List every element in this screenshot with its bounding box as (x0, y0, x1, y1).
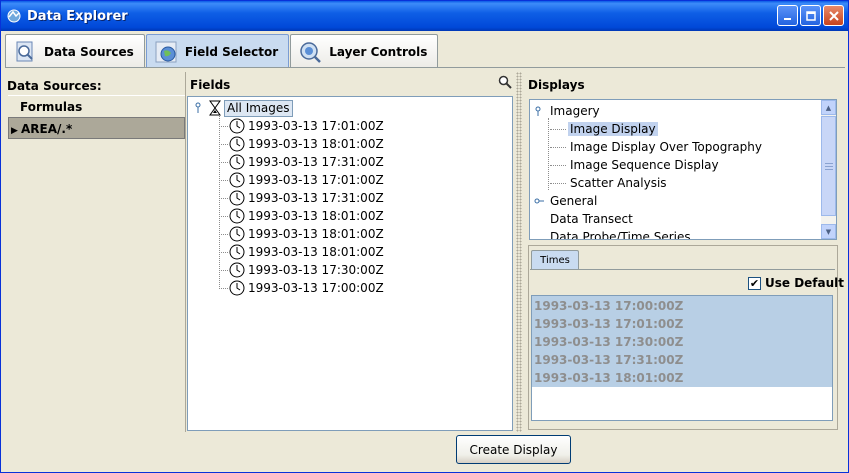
times-list: 1993-03-13 17:00:00Z 1993-03-13 17:01:00Z… (531, 295, 833, 421)
maximize-icon (805, 10, 816, 21)
time-item[interactable]: 1993-03-13 17:00:00Z (534, 297, 683, 315)
magnifier-doc-icon (16, 41, 33, 61)
field-item-label: 1993-03-13 18:01:00Z (248, 245, 384, 259)
field-item[interactable]: 1993-03-13 17:30:00Z (219, 261, 384, 279)
field-item-label: 1993-03-13 17:31:00Z (248, 191, 384, 205)
field-item[interactable]: 1993-03-13 17:01:00Z (219, 171, 384, 189)
displays-tree: Imagery Image Display Image Display Over… (529, 99, 837, 240)
scroll-down-button[interactable]: ▼ (821, 224, 836, 239)
field-item-label: 1993-03-13 17:01:00Z (248, 119, 384, 133)
time-item[interactable]: 1993-03-13 17:31:00Z (534, 351, 683, 369)
display-image-display[interactable]: Image Display (550, 120, 658, 138)
field-item[interactable]: 1993-03-13 18:01:00Z (219, 135, 384, 153)
window-title: Data Explorer (27, 8, 128, 24)
time-item[interactable]: 1993-03-13 17:01:00Z (534, 315, 683, 333)
displays-scrollbar[interactable]: ▲ ▼ (821, 100, 836, 239)
app-logo-icon (7, 9, 21, 23)
tree-handle-icon[interactable] (194, 102, 204, 114)
arrow-down-icon: ▼ (825, 227, 832, 236)
data-source-area[interactable]: ▶ AREA/.* (8, 117, 185, 139)
checkbox-checked-icon[interactable]: ✔ (748, 276, 761, 290)
title-bar[interactable]: Data Explorer (1, 1, 848, 31)
fields-tree: All Images 1993-03-13 17:01:00Z 1993-03-1… (187, 96, 513, 431)
field-item[interactable]: 1993-03-13 18:01:00Z (219, 243, 384, 261)
tree-node-general[interactable]: General (534, 192, 599, 210)
field-item[interactable]: 1993-03-13 17:00:00Z (219, 279, 384, 297)
clock-icon (229, 154, 245, 170)
tree-root-all-images[interactable]: All Images (194, 99, 293, 117)
data-source-formulas[interactable]: Formulas (8, 95, 185, 117)
magnifier-globe-icon (300, 41, 322, 63)
field-item-label: 1993-03-13 18:01:00Z (248, 227, 384, 241)
arrow-up-icon: ▲ (825, 103, 832, 112)
display-data-transect[interactable]: Data Transect (548, 210, 635, 228)
clock-icon (229, 172, 245, 188)
use-default-label: Use Default (765, 276, 845, 290)
field-item-label: 1993-03-13 17:31:00Z (248, 155, 384, 169)
clock-icon (229, 226, 245, 242)
close-icon (828, 10, 839, 21)
create-display-button[interactable]: Create Display (456, 435, 571, 464)
data-sources-header: Data Sources: (7, 79, 102, 93)
display-image-over-topography[interactable]: Image Display Over Topography (550, 138, 764, 156)
field-item-label: 1993-03-13 17:01:00Z (248, 173, 384, 187)
close-button[interactable] (823, 5, 844, 26)
tree-node-imagery[interactable]: Imagery (534, 102, 602, 120)
data-explorer-window: Data Explorer Data Sources Field Selecto… (0, 0, 849, 473)
split-pane-grip[interactable] (516, 72, 522, 432)
data-sources-list: Formulas ▶ AREA/.* (8, 95, 185, 431)
display-image-sequence[interactable]: Image Sequence Display (550, 156, 721, 174)
use-default-checkbox[interactable]: ✔ Use Default (748, 276, 844, 290)
tab-label: Data Sources (44, 44, 134, 59)
hourglass-icon (209, 100, 221, 116)
tab-data-sources[interactable]: Data Sources (5, 34, 145, 68)
grip-icon (825, 163, 833, 170)
maximize-button[interactable] (800, 5, 821, 26)
field-item[interactable]: 1993-03-13 18:01:00Z (219, 225, 384, 243)
clock-icon (229, 190, 245, 206)
field-item[interactable]: 1993-03-13 17:31:00Z (219, 189, 384, 207)
scroll-thumb[interactable] (821, 116, 836, 216)
search-icon[interactable] (498, 75, 512, 89)
field-item[interactable]: 1993-03-13 17:01:00Z (219, 117, 384, 135)
clock-icon (229, 262, 245, 278)
minimize-icon (783, 17, 791, 20)
field-item-label: 1993-03-13 18:01:00Z (248, 137, 384, 151)
tree-handle-collapsed-icon[interactable] (534, 196, 544, 206)
minimize-button[interactable] (777, 5, 798, 26)
tree-guide-line (548, 118, 549, 190)
field-item[interactable]: 1993-03-13 17:31:00Z (219, 153, 384, 171)
panel-divider[interactable] (185, 72, 186, 432)
tree-handle-icon[interactable] (534, 106, 544, 116)
clock-icon (229, 118, 245, 134)
display-data-probe[interactable]: Data Probe/Time Series (548, 228, 693, 239)
field-item-label: 1993-03-13 18:01:00Z (248, 209, 384, 223)
display-scatter-analysis[interactable]: Scatter Analysis (550, 174, 669, 192)
tree-root-label: All Images (224, 99, 293, 117)
clock-icon (229, 136, 245, 152)
clock-icon (229, 208, 245, 224)
time-item[interactable]: 1993-03-13 17:30:00Z (534, 333, 683, 351)
tab-label: Layer Controls (329, 44, 428, 59)
expand-arrow-icon[interactable]: ▶ (11, 120, 21, 142)
main-tabs: Data Sources Field Selector Layer Contro… (5, 34, 439, 68)
time-item[interactable]: 1993-03-13 18:01:00Z (534, 369, 683, 387)
fields-header: Fields (190, 78, 231, 92)
tab-field-selector[interactable]: Field Selector (145, 34, 290, 68)
clock-icon (229, 244, 245, 260)
tab-times[interactable]: Times (531, 250, 579, 270)
displays-header: Displays (528, 78, 585, 92)
scroll-up-button[interactable]: ▲ (821, 100, 836, 115)
tab-layer-controls[interactable]: Layer Controls (290, 34, 439, 68)
globe-icon (155, 41, 177, 62)
field-item-label: 1993-03-13 17:00:00Z (248, 281, 384, 295)
field-item-label: 1993-03-13 17:30:00Z (248, 263, 384, 277)
tab-label: Field Selector (184, 44, 279, 59)
field-item[interactable]: 1993-03-13 18:01:00Z (219, 207, 384, 225)
clock-icon (229, 280, 245, 296)
